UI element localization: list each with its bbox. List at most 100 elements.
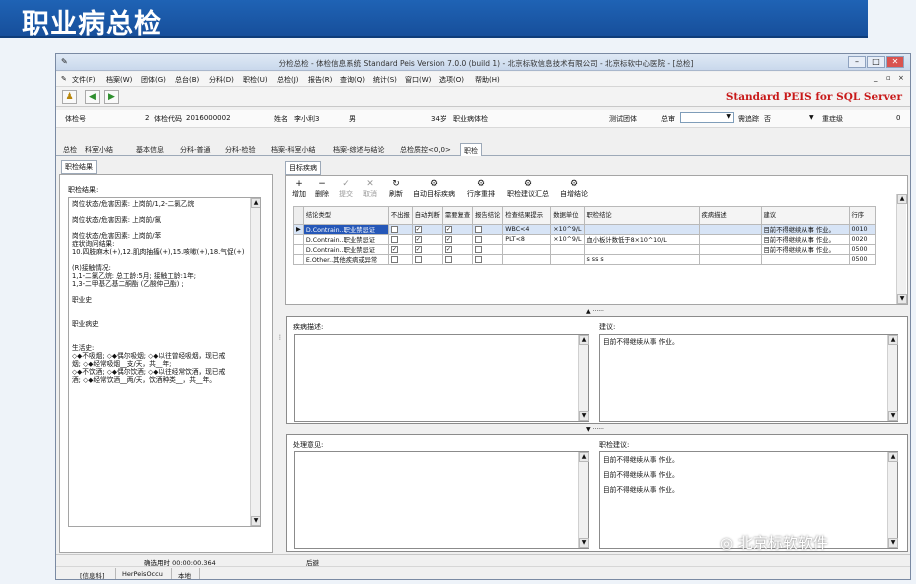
menu-options[interactable]: 选项(O)	[439, 75, 464, 85]
cell-advice[interactable]: 目前不得继续从事 作业。	[760, 244, 850, 255]
menu-report[interactable]: 报告(R)	[308, 75, 332, 85]
cell-disease[interactable]	[698, 224, 762, 235]
checkbox[interactable]	[444, 255, 452, 263]
cell-advice[interactable]	[760, 254, 850, 265]
menu-file[interactable]: 文件(F)	[72, 75, 96, 85]
cell-recheck[interactable]: ✓	[441, 224, 474, 235]
cell-type[interactable]: E.Other..其他疾病或异常	[302, 254, 389, 265]
tab-dept-lab[interactable]: 分科-检验	[222, 143, 259, 156]
cell-unit[interactable]	[550, 244, 585, 255]
splitter-handle[interactable]: ▼ ······	[586, 426, 604, 433]
person-icon[interactable]: ♟	[62, 90, 77, 104]
advice-textarea[interactable]: 目前不得继续从事 作业。 ▲ ▼	[599, 334, 898, 422]
cell-order[interactable]: 0500	[848, 254, 876, 265]
summarize-advice-button[interactable]: ⚙ 职检建议汇总	[507, 180, 549, 199]
cell-auto[interactable]: ✓	[411, 224, 443, 235]
scrollbar[interactable]: ▲ ▼	[578, 335, 589, 421]
mdi-close-button[interactable]: ×	[898, 74, 904, 82]
scroll-up-icon[interactable]: ▲	[897, 194, 907, 204]
cell-report[interactable]	[472, 244, 504, 255]
auto-target-disease-button[interactable]: ⚙ 自动目标疾病	[413, 180, 455, 199]
cell-disease[interactable]	[698, 254, 762, 265]
cell-noreport[interactable]	[387, 234, 413, 245]
cell-order[interactable]: 0010	[848, 224, 876, 235]
cell-advice[interactable]: 目前不得继续从事 作业。	[760, 234, 850, 245]
menu-frontdesk[interactable]: 总台(B)	[175, 75, 199, 85]
disease-desc-textarea[interactable]: ▲ ▼	[294, 334, 589, 422]
menu-archive[interactable]: 档案(W)	[106, 75, 132, 85]
checkbox[interactable]: ✓	[414, 235, 422, 243]
cell-report[interactable]	[472, 234, 504, 245]
tab-basic-info[interactable]: 基本信息	[133, 143, 167, 156]
scroll-down-icon[interactable]: ▼	[897, 294, 907, 304]
cell-recheck[interactable]	[441, 254, 474, 265]
menu-help[interactable]: 帮助(H)	[475, 75, 500, 85]
checkbox[interactable]	[390, 225, 398, 233]
tab-archive-conclusion[interactable]: 档案-综述与结论	[330, 143, 388, 156]
scrollbar[interactable]: ▲ ▼	[578, 452, 589, 548]
table-row[interactable]: ▶ D.Contrain..职业禁忌证 ✓ ✓ WBC<4 ×10^9/L 目前…	[293, 224, 876, 235]
tab-occupational[interactable]: 职检	[460, 143, 482, 156]
cell-auto[interactable]: ✓	[411, 234, 443, 245]
scroll-up-icon[interactable]: ▲	[579, 335, 589, 345]
scroll-down-icon[interactable]: ▼	[888, 411, 898, 421]
cell-noreport[interactable]: ✓	[387, 244, 413, 255]
cell-auto[interactable]	[411, 254, 443, 265]
menu-stats[interactable]: 统计(S)	[373, 75, 397, 85]
cell-type[interactable]: D.Contrain..职业禁忌证	[302, 234, 389, 245]
checkbox[interactable]	[475, 255, 483, 263]
checkbox[interactable]	[475, 245, 483, 253]
occ-result-textarea[interactable]: 岗位状态/危害因素: 上岗前/1,2-二氯乙烷 岗位状态/危害因素: 上岗前/氯…	[68, 197, 261, 527]
cell-report[interactable]	[472, 254, 504, 265]
tab-target-disease[interactable]: 目标疾病	[285, 161, 321, 175]
auto-conclusion-button[interactable]: ⚙ 自增结论	[560, 180, 588, 199]
cell-recheck[interactable]: ✓	[441, 244, 474, 255]
cell-advice[interactable]: 目前不得继续从事 作业。	[760, 224, 850, 235]
back-arrow-icon[interactable]: ◀	[85, 90, 100, 104]
cell-unit[interactable]	[550, 254, 585, 265]
mdi-restore-button[interactable]: ▫	[886, 74, 891, 82]
forward-arrow-icon[interactable]: ▶	[104, 90, 119, 104]
cell-unit[interactable]: ×10^9/L	[550, 234, 585, 245]
cell-recheck[interactable]: ✓	[441, 234, 474, 245]
tab-occ-result[interactable]: 职检结果	[61, 160, 97, 174]
delete-button[interactable]: − 删除	[315, 180, 329, 199]
cell-disease[interactable]	[698, 234, 762, 245]
table-row[interactable]: D.Contrain..职业禁忌证 ✓ ✓ PLT<8 ×10^9/L 血小板计…	[293, 234, 876, 245]
cell-conclusion[interactable]: 血小板计数低于8×10^10/L	[583, 234, 700, 245]
scroll-up-icon[interactable]: ▲	[579, 452, 589, 462]
cell-conclusion[interactable]: s ss s	[583, 254, 700, 265]
cell-hint[interactable]: WBC<4	[502, 224, 552, 235]
checkbox[interactable]: ✓	[414, 225, 422, 233]
checkbox[interactable]	[475, 235, 483, 243]
cell-type[interactable]: D.Contrain..职业禁忌证	[302, 244, 389, 255]
checkbox[interactable]: ✓	[444, 245, 452, 253]
scroll-up-icon[interactable]: ▲	[888, 452, 898, 462]
tab-dept-summary[interactable]: 科室小结	[82, 143, 116, 156]
menu-group[interactable]: 团体(G)	[141, 75, 166, 85]
cell-conclusion[interactable]	[583, 224, 700, 235]
grid-scrollbar[interactable]: ▲ ▼	[896, 194, 907, 304]
scroll-up-icon[interactable]: ▲	[888, 335, 898, 345]
cell-noreport[interactable]	[387, 254, 413, 265]
refresh-button[interactable]: ↻ 刷新	[389, 180, 403, 199]
checkbox[interactable]: ✓	[414, 245, 422, 253]
cell-auto[interactable]: ✓	[411, 244, 443, 255]
scrollbar[interactable]: ▲ ▼	[887, 335, 898, 421]
add-button[interactable]: + 增加	[292, 180, 306, 199]
checkbox[interactable]	[390, 255, 398, 263]
scroll-down-icon[interactable]: ▼	[251, 516, 260, 526]
tab-dept-normal[interactable]: 分科-普通	[177, 143, 214, 156]
tab-archive-summary[interactable]: 档案-科室小结	[268, 143, 319, 156]
menu-query[interactable]: 查询(Q)	[340, 75, 365, 85]
table-row[interactable]: D.Contrain..职业禁忌证 ✓ ✓ ✓ 目前不得继续从事 作业。 050…	[293, 244, 876, 255]
scroll-down-icon[interactable]: ▼	[579, 538, 589, 548]
cell-order[interactable]: 0500	[848, 244, 876, 255]
title-bar[interactable]: ✎ 分检总检 - 体检信息系统 Standard Peis Version 7.…	[56, 54, 910, 71]
scrollbar[interactable]: ▲ ▼	[887, 452, 898, 548]
cell-type[interactable]: D.Contrain..职业禁忌证	[302, 224, 389, 235]
checkbox[interactable]	[390, 235, 398, 243]
tab-quality-control[interactable]: 总检质控<0,0>	[397, 143, 454, 156]
left-scrollbar[interactable]: ▲ ▼	[250, 198, 260, 526]
cell-order[interactable]: 0020	[848, 234, 876, 245]
